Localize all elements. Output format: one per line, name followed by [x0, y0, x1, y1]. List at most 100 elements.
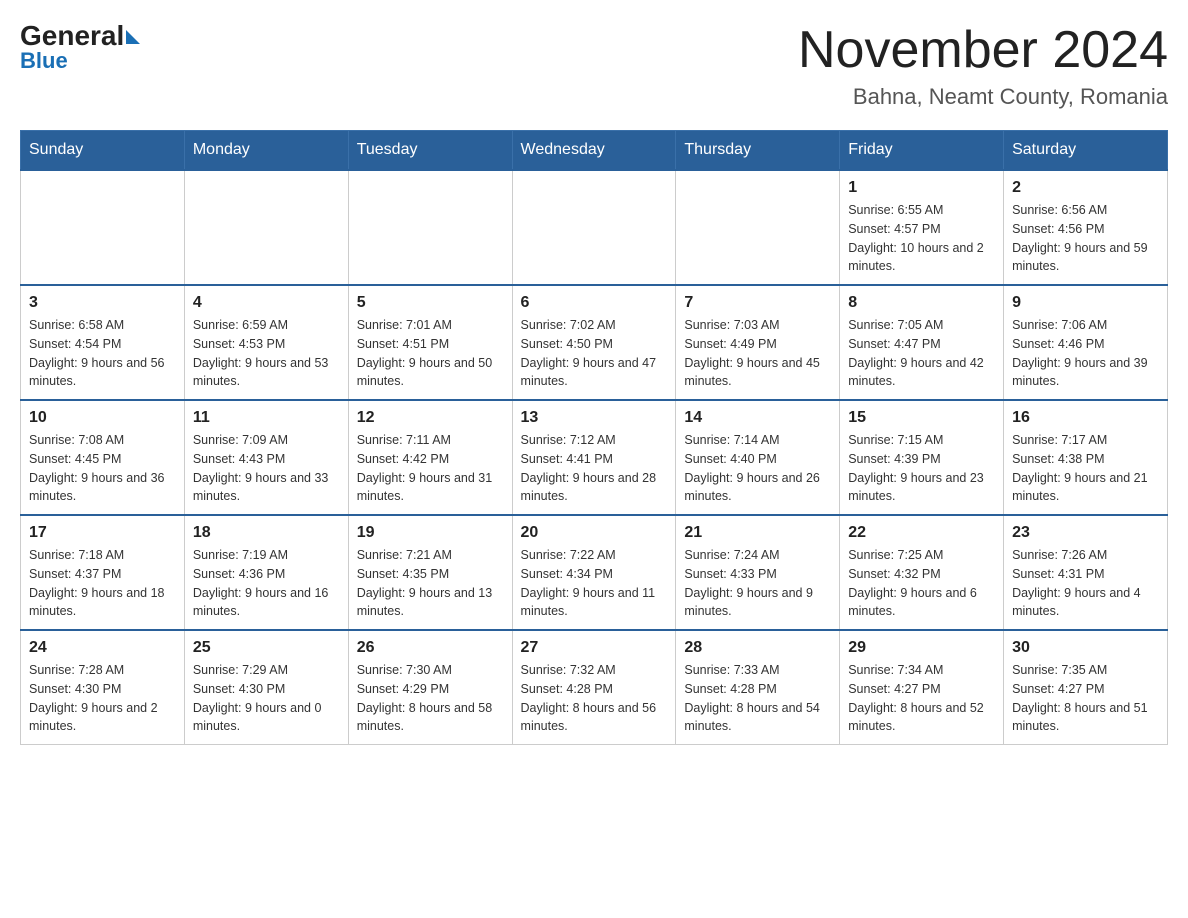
week-row-1: 1Sunrise: 6:55 AMSunset: 4:57 PMDaylight… [21, 170, 1168, 285]
day-info: Sunrise: 7:02 AMSunset: 4:50 PMDaylight:… [521, 316, 668, 391]
day-number: 18 [193, 524, 340, 542]
day-info: Sunrise: 7:25 AMSunset: 4:32 PMDaylight:… [848, 546, 995, 621]
day-info: Sunrise: 7:06 AMSunset: 4:46 PMDaylight:… [1012, 316, 1159, 391]
day-number: 24 [29, 639, 176, 657]
day-number: 19 [357, 524, 504, 542]
calendar-cell: 29Sunrise: 7:34 AMSunset: 4:27 PMDayligh… [840, 630, 1004, 745]
day-info: Sunrise: 7:14 AMSunset: 4:40 PMDaylight:… [684, 431, 831, 506]
day-info: Sunrise: 7:33 AMSunset: 4:28 PMDaylight:… [684, 661, 831, 736]
day-number: 13 [521, 409, 668, 427]
day-number: 8 [848, 294, 995, 312]
calendar-cell [676, 170, 840, 285]
day-info: Sunrise: 6:56 AMSunset: 4:56 PMDaylight:… [1012, 201, 1159, 276]
day-info: Sunrise: 7:01 AMSunset: 4:51 PMDaylight:… [357, 316, 504, 391]
calendar-cell: 27Sunrise: 7:32 AMSunset: 4:28 PMDayligh… [512, 630, 676, 745]
day-number: 22 [848, 524, 995, 542]
calendar-cell: 21 Sunrise: 7:24 AMSunset: 4:33 PMDayligh… [676, 515, 840, 630]
weekday-header-wednesday: Wednesday [512, 131, 676, 171]
weekday-header-tuesday: Tuesday [348, 131, 512, 171]
month-title: November 2024 [798, 20, 1168, 80]
day-number: 12 [357, 409, 504, 427]
day-info: Sunrise: 7:21 AMSunset: 4:35 PMDaylight:… [357, 546, 504, 621]
day-info: Sunrise: 7:28 AMSunset: 4:30 PMDaylight:… [29, 661, 176, 736]
day-number: 6 [521, 294, 668, 312]
logo-blue-text: Blue [20, 48, 68, 74]
calendar-cell: 26 Sunrise: 7:30 AMSunset: 4:29 PMDayligh… [348, 630, 512, 745]
day-info: Sunrise: 7:24 AMSunset: 4:33 PMDaylight:… [684, 546, 831, 621]
day-number: 17 [29, 524, 176, 542]
day-number: 23 [1012, 524, 1159, 542]
week-row-3: 10 Sunrise: 7:08 AMSunset: 4:45 PMDayligh… [21, 400, 1168, 515]
day-number: 9 [1012, 294, 1159, 312]
week-row-4: 17 Sunrise: 7:18 AMSunset: 4:37 PMDayligh… [21, 515, 1168, 630]
day-info: Sunrise: 7:19 AMSunset: 4:36 PMDaylight:… [193, 546, 340, 621]
calendar-cell: 23 Sunrise: 7:26 AMSunset: 4:31 PMDayligh… [1004, 515, 1168, 630]
calendar-cell: 20 Sunrise: 7:22 AMSunset: 4:34 PMDayligh… [512, 515, 676, 630]
calendar-cell: 7 Sunrise: 7:03 AMSunset: 4:49 PMDaylight… [676, 285, 840, 400]
day-number: 14 [684, 409, 831, 427]
day-info: Sunrise: 7:18 AMSunset: 4:37 PMDaylight:… [29, 546, 176, 621]
day-info: Sunrise: 7:03 AMSunset: 4:49 PMDaylight:… [684, 316, 831, 391]
calendar-cell: 18 Sunrise: 7:19 AMSunset: 4:36 PMDayligh… [184, 515, 348, 630]
day-number: 15 [848, 409, 995, 427]
day-number: 4 [193, 294, 340, 312]
day-number: 5 [357, 294, 504, 312]
day-info: Sunrise: 7:30 AMSunset: 4:29 PMDaylight:… [357, 661, 504, 736]
calendar-cell: 11Sunrise: 7:09 AMSunset: 4:43 PMDayligh… [184, 400, 348, 515]
day-info: Sunrise: 6:59 AMSunset: 4:53 PMDaylight:… [193, 316, 340, 391]
weekday-header-thursday: Thursday [676, 131, 840, 171]
calendar-cell: 30 Sunrise: 7:35 AMSunset: 4:27 PMDayligh… [1004, 630, 1168, 745]
day-info: Sunrise: 6:55 AMSunset: 4:57 PMDaylight:… [848, 201, 995, 276]
calendar-cell: 25 Sunrise: 7:29 AMSunset: 4:30 PMDayligh… [184, 630, 348, 745]
calendar-cell: 9 Sunrise: 7:06 AMSunset: 4:46 PMDaylight… [1004, 285, 1168, 400]
day-info: Sunrise: 7:11 AMSunset: 4:42 PMDaylight:… [357, 431, 504, 506]
calendar-cell: 4 Sunrise: 6:59 AMSunset: 4:53 PMDaylight… [184, 285, 348, 400]
title-area: November 2024 Bahna, Neamt County, Roman… [798, 20, 1168, 110]
day-number: 20 [521, 524, 668, 542]
day-info: Sunrise: 6:58 AMSunset: 4:54 PMDaylight:… [29, 316, 176, 391]
calendar-cell: 14 Sunrise: 7:14 AMSunset: 4:40 PMDayligh… [676, 400, 840, 515]
day-number: 3 [29, 294, 176, 312]
calendar-cell: 24 Sunrise: 7:28 AMSunset: 4:30 PMDayligh… [21, 630, 185, 745]
calendar-cell: 3 Sunrise: 6:58 AMSunset: 4:54 PMDaylight… [21, 285, 185, 400]
week-row-2: 3 Sunrise: 6:58 AMSunset: 4:54 PMDaylight… [21, 285, 1168, 400]
day-info: Sunrise: 7:12 AMSunset: 4:41 PMDaylight:… [521, 431, 668, 506]
day-info: Sunrise: 7:08 AMSunset: 4:45 PMDaylight:… [29, 431, 176, 506]
day-number: 21 [684, 524, 831, 542]
calendar-table: SundayMondayTuesdayWednesdayThursdayFrid… [20, 130, 1168, 745]
day-number: 2 [1012, 179, 1159, 197]
day-number: 11 [193, 409, 340, 427]
day-info: Sunrise: 7:17 AMSunset: 4:38 PMDaylight:… [1012, 431, 1159, 506]
day-number: 7 [684, 294, 831, 312]
logo-triangle-icon [126, 30, 140, 44]
calendar-cell: 15 Sunrise: 7:15 AMSunset: 4:39 PMDayligh… [840, 400, 1004, 515]
calendar-cell: 6 Sunrise: 7:02 AMSunset: 4:50 PMDaylight… [512, 285, 676, 400]
day-number: 10 [29, 409, 176, 427]
day-info: Sunrise: 7:15 AMSunset: 4:39 PMDaylight:… [848, 431, 995, 506]
calendar-cell: 28Sunrise: 7:33 AMSunset: 4:28 PMDayligh… [676, 630, 840, 745]
calendar-cell [21, 170, 185, 285]
calendar-cell: 17 Sunrise: 7:18 AMSunset: 4:37 PMDayligh… [21, 515, 185, 630]
weekday-header-monday: Monday [184, 131, 348, 171]
calendar-cell: 8 Sunrise: 7:05 AMSunset: 4:47 PMDaylight… [840, 285, 1004, 400]
calendar-cell: 10 Sunrise: 7:08 AMSunset: 4:45 PMDayligh… [21, 400, 185, 515]
day-number: 16 [1012, 409, 1159, 427]
header: General Blue November 2024 Bahna, Neamt … [20, 20, 1168, 110]
day-info: Sunrise: 7:26 AMSunset: 4:31 PMDaylight:… [1012, 546, 1159, 621]
location-subtitle: Bahna, Neamt County, Romania [798, 84, 1168, 110]
calendar-cell: 16 Sunrise: 7:17 AMSunset: 4:38 PMDayligh… [1004, 400, 1168, 515]
day-info: Sunrise: 7:32 AMSunset: 4:28 PMDaylight:… [521, 661, 668, 736]
day-number: 25 [193, 639, 340, 657]
day-number: 29 [848, 639, 995, 657]
calendar-cell [512, 170, 676, 285]
day-number: 26 [357, 639, 504, 657]
weekday-header-row: SundayMondayTuesdayWednesdayThursdayFrid… [21, 131, 1168, 171]
weekday-header-saturday: Saturday [1004, 131, 1168, 171]
day-number: 30 [1012, 639, 1159, 657]
week-row-5: 24 Sunrise: 7:28 AMSunset: 4:30 PMDayligh… [21, 630, 1168, 745]
day-info: Sunrise: 7:05 AMSunset: 4:47 PMDaylight:… [848, 316, 995, 391]
day-info: Sunrise: 7:22 AMSunset: 4:34 PMDaylight:… [521, 546, 668, 621]
day-info: Sunrise: 7:29 AMSunset: 4:30 PMDaylight:… [193, 661, 340, 736]
calendar-cell: 12 Sunrise: 7:11 AMSunset: 4:42 PMDayligh… [348, 400, 512, 515]
day-info: Sunrise: 7:35 AMSunset: 4:27 PMDaylight:… [1012, 661, 1159, 736]
